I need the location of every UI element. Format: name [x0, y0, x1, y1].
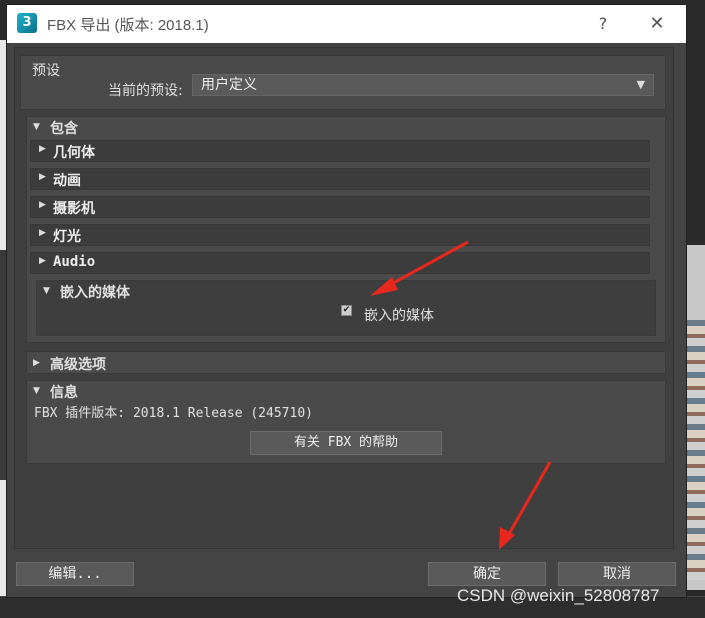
- collapsed-arrow-icon: ▶: [39, 256, 46, 266]
- rollout-lights[interactable]: ▶ 灯光: [30, 224, 650, 246]
- dropdown-arrow-icon: ▼: [636, 78, 645, 91]
- expand-down-icon[interactable]: ▼: [33, 386, 40, 396]
- 3dsmax-app-icon: 3: [17, 13, 37, 33]
- rollout-label: 摄影机: [53, 201, 95, 217]
- current-preset-label: 当前的预设:: [108, 83, 183, 99]
- close-button[interactable]: ✕: [645, 12, 669, 36]
- title-bar[interactable]: 3 FBX 导出 (版本: 2018.1) ? ✕: [7, 5, 686, 43]
- rollout-geometry[interactable]: ▶ 几何体: [30, 140, 650, 162]
- advanced-options-label[interactable]: 高级选项: [50, 354, 106, 374]
- rollout-cameras[interactable]: ▶ 摄影机: [30, 196, 650, 218]
- collapsed-arrow-icon: ▶: [39, 144, 46, 154]
- expand-down-icon[interactable]: ▼: [43, 286, 50, 296]
- background-app-thumbnail-strip: [686, 320, 705, 580]
- cancel-button[interactable]: 取消: [558, 562, 676, 586]
- embedded-media-label[interactable]: 嵌入的媒体: [60, 282, 130, 302]
- collapsed-arrow-icon: ▶: [39, 172, 46, 182]
- rollout-label: Audio: [53, 254, 96, 270]
- rollout-label: 灯光: [53, 229, 81, 245]
- rollout-audio[interactable]: ▶ Audio: [30, 252, 650, 274]
- plugin-version-text: FBX 插件版本: 2018.1 Release (245710): [34, 406, 313, 421]
- embed-media-checkbox[interactable]: ✔: [341, 305, 352, 316]
- help-button[interactable]: ?: [591, 12, 615, 36]
- advanced-options-panel[interactable]: [26, 351, 666, 374]
- csdn-watermark: CSDN @weixin_52808787: [457, 586, 660, 605]
- rollout-animation[interactable]: ▶ 动画: [30, 168, 650, 190]
- ok-button[interactable]: 确定: [428, 562, 546, 586]
- edit-button[interactable]: 编辑...: [16, 562, 134, 586]
- embed-media-checkbox-label: 嵌入的媒体: [364, 308, 434, 324]
- window-title: FBX 导出 (版本: 2018.1): [47, 17, 209, 34]
- expand-down-icon[interactable]: ▼: [33, 122, 40, 132]
- collapsed-arrow-icon: ▶: [39, 228, 46, 238]
- collapsed-arrow-icon: ▶: [39, 200, 46, 210]
- rollout-label: 动画: [53, 173, 81, 189]
- rollout-label: 几何体: [53, 145, 95, 161]
- preset-select[interactable]: 用户定义 ▼: [192, 74, 654, 96]
- include-section-label[interactable]: 包含: [50, 118, 78, 138]
- info-section-label[interactable]: 信息: [50, 382, 78, 402]
- collapsed-arrow-icon: ▶: [33, 358, 40, 368]
- preset-select-value: 用户定义: [201, 77, 257, 93]
- preset-section-label: 预设: [32, 63, 60, 79]
- fbx-help-button[interactable]: 有关 FBX 的帮助: [250, 431, 442, 455]
